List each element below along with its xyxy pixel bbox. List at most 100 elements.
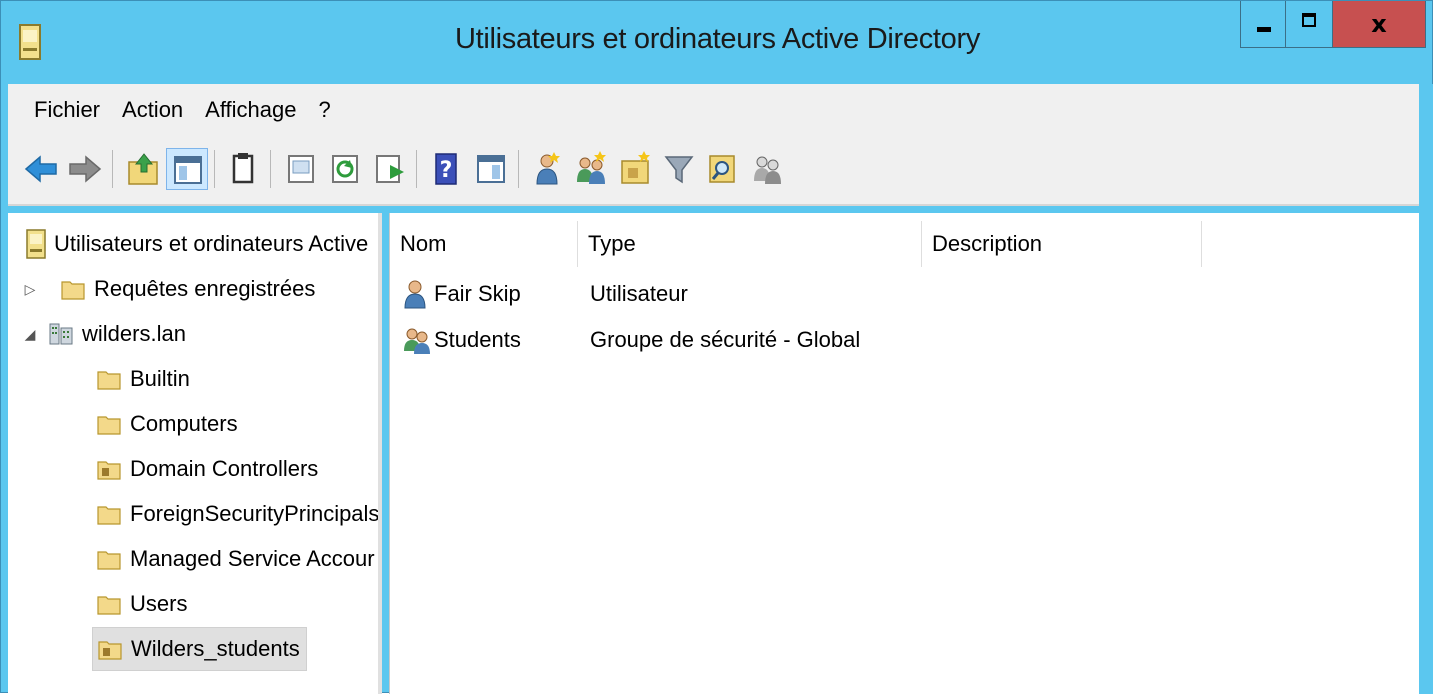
new-user-button[interactable]: [526, 148, 568, 190]
clipboard-icon: [232, 153, 254, 184]
group-icon: [404, 328, 430, 354]
tree-item-saved-queries[interactable]: ▷ Requêtes enregistrées: [22, 268, 316, 310]
svg-text:?: ?: [440, 158, 453, 183]
row-name: Fair Skip: [434, 281, 521, 306]
forward-button[interactable]: [64, 148, 106, 190]
menu-bar: Fichier Action Affichage ?: [8, 84, 1426, 136]
column-label-name: Nom: [400, 231, 447, 256]
menu-help[interactable]: ?: [308, 97, 342, 123]
tree-label-builtin: Builtin: [130, 366, 190, 391]
column-label-type: Type: [588, 231, 636, 256]
refresh-icon: [332, 155, 358, 183]
column-header-type[interactable]: Type: [578, 221, 922, 267]
help-button[interactable]: ?: [426, 148, 468, 190]
tree-item-root[interactable]: Utilisateurs et ordinateurs Active: [26, 223, 368, 265]
ad-console-icon: [26, 229, 46, 259]
toolbar-separator: [518, 150, 519, 188]
find-icon: [709, 155, 735, 183]
tree-label-domain: wilders.lan: [82, 321, 186, 346]
toolbar-separator: [214, 150, 215, 188]
new-ou-icon: [621, 151, 650, 184]
tree-label-computers: Computers: [130, 411, 238, 436]
show-hide-console-tree-icon: [174, 156, 202, 184]
tree-label-root: Utilisateurs et ordinateurs Active: [54, 231, 369, 256]
console-tree: Utilisateurs et ordinateurs Active ▷ Req…: [8, 213, 382, 694]
menu-action[interactable]: Action: [111, 97, 194, 123]
tree-label-managed-service-accounts: Managed Service Accour: [130, 546, 375, 571]
properties-icon: [288, 155, 314, 183]
new-group-button[interactable]: [570, 148, 612, 190]
column-label-description: Description: [932, 231, 1043, 256]
close-button[interactable]: x: [1333, 1, 1426, 48]
tree-label-foreign-security-principals: ForeignSecurityPrincipals: [130, 501, 380, 526]
expand-icon[interactable]: ▷: [22, 281, 38, 298]
table-row[interactable]: Fair Skip Utilisateur: [402, 273, 1402, 315]
details-list: Nom Type Description Fair Skip Utilisate…: [389, 213, 1420, 694]
export-list-button[interactable]: [368, 148, 410, 190]
window-title: Utilisateurs et ordinateurs Active Direc…: [454, 23, 981, 55]
folder-icon: [97, 371, 121, 390]
tree-item-foreign-security-principals[interactable]: ForeignSecurityPrincipals: [96, 493, 380, 535]
toolbar: ?: [8, 136, 1426, 206]
maximize-button[interactable]: [1286, 1, 1333, 48]
tree-item-users[interactable]: Users: [96, 583, 187, 625]
clipboard-button[interactable]: [222, 148, 264, 190]
row-name: Students: [434, 327, 521, 352]
tree-item-builtin[interactable]: Builtin: [96, 358, 190, 400]
tree-label-users: Users: [130, 591, 188, 616]
filter-button[interactable]: [658, 148, 700, 190]
tree-label-wilders-students: Wilders_students: [131, 636, 300, 661]
domain-icon: [49, 323, 73, 345]
export-list-icon: [376, 155, 404, 183]
app-window: Utilisateurs et ordinateurs Active Direc…: [0, 0, 1433, 694]
tree-item-domain-controllers[interactable]: Domain Controllers: [96, 448, 318, 490]
back-button[interactable]: [20, 148, 62, 190]
row-type: Utilisateur: [590, 281, 688, 306]
tree-item-domain[interactable]: ◢ wilders.lan: [22, 313, 186, 355]
tree-item-computers[interactable]: Computers: [96, 403, 238, 445]
folder-icon: [97, 416, 121, 435]
row-type: Groupe de sécurité - Global: [590, 327, 861, 352]
filter-icon: [664, 156, 694, 184]
add-to-group-icon: [754, 156, 781, 184]
ou-folder-icon: [98, 641, 122, 660]
tree-label-saved-queries: Requêtes enregistrées: [94, 276, 316, 301]
tree-item-wilders-students[interactable]: Wilders_students: [92, 627, 307, 671]
window-border: [1419, 84, 1433, 694]
maximize-icon: [1302, 13, 1316, 27]
forward-arrow-icon: [69, 155, 102, 183]
user-icon: [404, 280, 426, 309]
ou-folder-icon: [97, 461, 121, 480]
show-hide-console-tree-button[interactable]: [166, 148, 208, 190]
toolbar-separator: [270, 150, 271, 188]
folder-icon: [97, 596, 121, 615]
refresh-button[interactable]: [324, 148, 366, 190]
back-arrow-icon: [24, 155, 57, 183]
add-to-group-button[interactable]: [746, 148, 788, 190]
action-pane-icon: [477, 155, 505, 183]
column-header-description[interactable]: Description: [922, 221, 1202, 267]
folder-icon: [97, 551, 121, 570]
find-button[interactable]: [702, 148, 744, 190]
new-user-icon: [536, 152, 560, 185]
title-bar[interactable]: Utilisateurs et ordinateurs Active Direc…: [1, 1, 1433, 84]
close-icon: x: [1371, 10, 1387, 38]
minimize-icon: [1257, 27, 1271, 32]
properties-button[interactable]: [280, 148, 322, 190]
new-ou-button[interactable]: [614, 148, 656, 190]
column-header-name[interactable]: Nom: [390, 221, 578, 267]
menu-affichage[interactable]: Affichage: [194, 97, 307, 123]
folder-icon: [97, 506, 121, 525]
minimize-button[interactable]: [1240, 1, 1286, 48]
new-group-icon: [577, 151, 606, 184]
toolbar-separator: [416, 150, 417, 188]
collapse-icon[interactable]: ◢: [22, 326, 38, 343]
folder-icon: [61, 281, 85, 300]
action-pane-button[interactable]: [470, 148, 512, 190]
menu-fichier[interactable]: Fichier: [8, 97, 111, 123]
help-icon: ?: [435, 153, 457, 185]
table-row[interactable]: Students Groupe de sécurité - Global: [402, 319, 1402, 361]
up-one-level-button[interactable]: [122, 148, 164, 190]
tree-label-domain-controllers: Domain Controllers: [130, 456, 319, 481]
tree-item-managed-service-accounts[interactable]: Managed Service Accour: [96, 538, 375, 580]
